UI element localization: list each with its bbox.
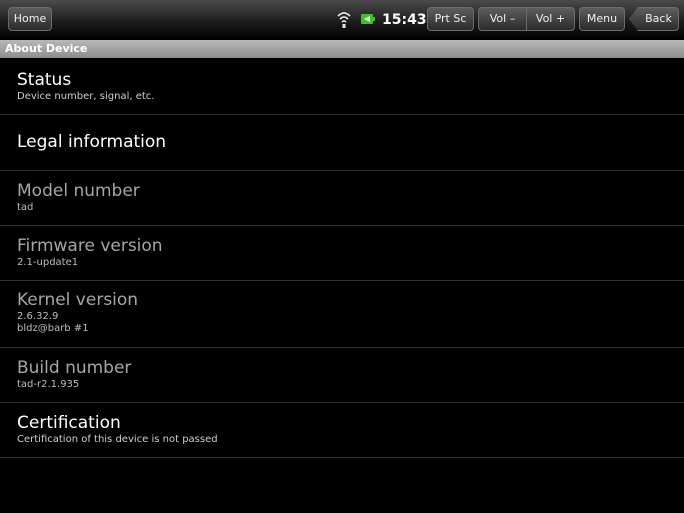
- battery-icon: [361, 14, 375, 24]
- list-item-title: Model number: [17, 181, 140, 201]
- status-bar: Home 15:43 Prt Sc Vol – Vol + Menu Back: [0, 0, 684, 40]
- list-item-status[interactable]: Status Device number, signal, etc.: [0, 60, 684, 115]
- list-item-certification[interactable]: Certification Certification of this devi…: [0, 403, 684, 458]
- list-item-legal-information[interactable]: Legal information: [0, 115, 684, 171]
- volume-up-button[interactable]: Vol +: [527, 8, 574, 30]
- list-item-subtitle: Certification of this device is not pass…: [17, 434, 218, 445]
- volume-down-button[interactable]: Vol –: [479, 8, 526, 30]
- list-item-kernel-version: Kernel version 2.6.32.9 bldz@barb #1: [0, 281, 684, 348]
- list-item-title: Status: [17, 70, 72, 90]
- list-item-subtitle: tad-r2.1.935: [17, 379, 80, 390]
- settings-list: Status Device number, signal, etc. Legal…: [0, 60, 684, 458]
- list-item-model-number: Model number tad: [0, 171, 684, 226]
- list-item-title: Legal information: [17, 132, 167, 152]
- list-item-subtitle: bldz@barb #1: [17, 323, 89, 334]
- list-item-subtitle: Device number, signal, etc.: [17, 91, 155, 102]
- list-item-subtitle: tad: [17, 202, 34, 213]
- clock: 15:43: [382, 12, 427, 28]
- list-item-title: Build number: [17, 358, 132, 378]
- list-item-build-number: Build number tad-r2.1.935: [0, 348, 684, 403]
- back-button[interactable]: Back: [629, 7, 679, 31]
- list-item-title: Firmware version: [17, 236, 163, 256]
- volume-buttons: Vol – Vol +: [478, 7, 575, 31]
- list-item-title: Certification: [17, 413, 121, 433]
- print-screen-button[interactable]: Prt Sc: [427, 7, 474, 31]
- page-title: About Device: [0, 40, 684, 58]
- list-item-firmware-version: Firmware version 2.1-update1: [0, 226, 684, 281]
- menu-button[interactable]: Menu: [579, 7, 625, 31]
- list-item-subtitle: 2.6.32.9: [17, 311, 59, 322]
- home-button[interactable]: Home: [8, 7, 52, 31]
- list-item-title: Kernel version: [17, 290, 139, 310]
- wifi-icon: [337, 12, 351, 28]
- about-device-screen: Home 15:43 Prt Sc Vol – Vol + Menu Back …: [0, 0, 684, 513]
- list-item-subtitle: 2.1-update1: [17, 257, 79, 268]
